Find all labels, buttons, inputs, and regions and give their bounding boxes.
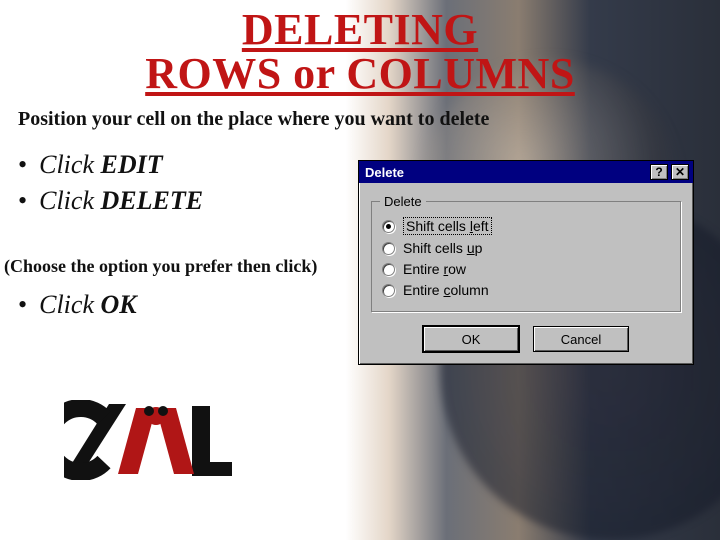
title-line1: DELETING <box>242 5 478 54</box>
radio-shift-cells-left[interactable]: Shift cells left <box>382 217 670 235</box>
subtitle: Position your cell on the place where yo… <box>18 108 489 131</box>
radio-label-entire-column: Entire column <box>403 282 489 298</box>
cancel-button[interactable]: Cancel <box>533 326 629 352</box>
radio-icon <box>382 284 395 297</box>
delete-dialog: Delete ? ✕ Delete Shift cells left Shift… <box>358 160 694 365</box>
radio-icon <box>382 263 395 276</box>
radio-icon <box>382 242 395 255</box>
delete-option-group: Delete Shift cells left Shift cells up E… <box>371 201 681 312</box>
bullet-delete: • Click DELETE <box>18 186 203 216</box>
dialog-titlebar[interactable]: Delete ? ✕ <box>359 161 693 183</box>
slide-title: DELETING ROWS or COLUMNS <box>0 8 720 96</box>
close-button[interactable]: ✕ <box>671 164 689 180</box>
bullet-prefix: Click <box>39 186 94 215</box>
bullet-ok-kw: OK <box>100 290 136 319</box>
title-line2: ROWS or COLUMNS <box>40 52 680 96</box>
bullet-delete-kw: DELETE <box>100 186 203 215</box>
radio-label-shift-up: Shift cells up <box>403 240 482 256</box>
radio-icon <box>382 220 395 233</box>
bullet-ok: • Click OK <box>18 290 137 320</box>
radio-entire-column[interactable]: Entire column <box>382 282 670 298</box>
radio-shift-cells-up[interactable]: Shift cells up <box>382 240 670 256</box>
bullet-prefix: Click <box>39 290 94 319</box>
help-button[interactable]: ? <box>650 164 668 180</box>
ok-button[interactable]: OK <box>423 326 519 352</box>
bullet-edit: • Click EDIT <box>18 150 203 180</box>
cal-logo <box>64 400 234 480</box>
radio-entire-row[interactable]: Entire row <box>382 261 670 277</box>
bullet-dot-icon: • <box>18 186 27 216</box>
radio-label-shift-left: Shift cells left <box>403 217 492 235</box>
bullet-prefix: Click <box>39 150 94 179</box>
bullet-dot-icon: • <box>18 290 27 320</box>
close-icon: ✕ <box>675 166 685 179</box>
cancel-button-label: Cancel <box>561 332 601 347</box>
help-icon: ? <box>655 166 662 179</box>
ok-button-label: OK <box>462 332 481 347</box>
group-label: Delete <box>380 194 426 209</box>
radio-label-entire-row: Entire row <box>403 261 466 277</box>
dialog-title: Delete <box>365 165 647 180</box>
bullet-dot-icon: • <box>18 150 27 180</box>
choose-note: (Choose the option you prefer then click… <box>4 256 317 277</box>
bullet-edit-kw: EDIT <box>100 150 162 179</box>
